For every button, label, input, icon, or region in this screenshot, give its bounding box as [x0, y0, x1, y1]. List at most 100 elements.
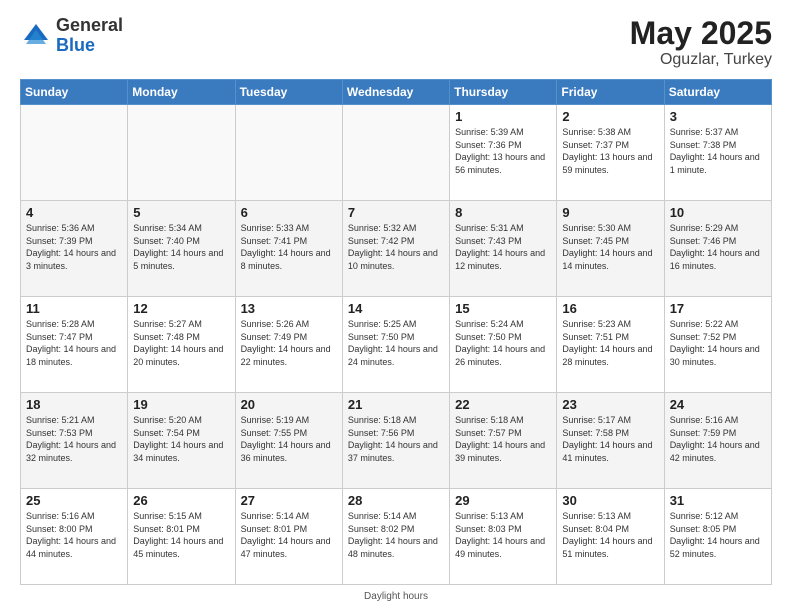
calendar-cell: 4Sunrise: 5:36 AM Sunset: 7:39 PM Daylig…: [21, 201, 128, 297]
cell-info: Sunrise: 5:13 AM Sunset: 8:04 PM Dayligh…: [562, 510, 658, 560]
day-number: 30: [562, 493, 658, 508]
cell-info: Sunrise: 5:39 AM Sunset: 7:36 PM Dayligh…: [455, 126, 551, 176]
calendar-cell: 10 Sunrise: 5:29 AM Sunset: 7:46 PM Dayli…: [664, 201, 771, 297]
cell-info: Sunrise: 5:15 AM Sunset: 8:01 PM Dayligh…: [133, 510, 229, 560]
day-number: 24: [670, 397, 766, 412]
column-header-tuesday: Tuesday: [235, 80, 342, 105]
cell-info: Sunrise: 5:13 AM Sunset: 8:03 PM Dayligh…: [455, 510, 551, 560]
cell-info: Sunrise: 5:12 AM Sunset: 8:05 PM Dayligh…: [670, 510, 766, 560]
day-number: 7: [348, 205, 444, 220]
calendar-cell: [21, 105, 128, 201]
cell-info: Sunrise: 5:36 AM Sunset: 7:39 PM Dayligh…: [26, 222, 122, 272]
cell-info: Sunrise: 5:31 AM Sunset: 7:43 PM Dayligh…: [455, 222, 551, 272]
cell-info: Sunrise: 5:26 AM Sunset: 7:49 PM Dayligh…: [241, 318, 337, 368]
calendar-cell: 19 Sunrise: 5:20 AM Sunset: 7:54 PM Dayli…: [128, 393, 235, 489]
calendar-week-1: 1 Sunrise: 5:39 AM Sunset: 7:36 PM Daylig…: [21, 105, 772, 201]
calendar-cell: 3 Sunrise: 5:37 AM Sunset: 7:38 PM Daylig…: [664, 105, 771, 201]
calendar-cell: 22Sunrise: 5:18 AM Sunset: 7:57 PM Dayli…: [450, 393, 557, 489]
cell-info: Sunrise: 5:28 AM Sunset: 7:47 PM Dayligh…: [26, 318, 122, 368]
column-header-thursday: Thursday: [450, 80, 557, 105]
calendar-cell: 6 Sunrise: 5:33 AM Sunset: 7:41 PM Daylig…: [235, 201, 342, 297]
calendar-table: SundayMondayTuesdayWednesdayThursdayFrid…: [20, 79, 772, 585]
cell-info: Sunrise: 5:34 AM Sunset: 7:40 PM Dayligh…: [133, 222, 229, 272]
column-header-wednesday: Wednesday: [342, 80, 449, 105]
calendar-cell: 1 Sunrise: 5:39 AM Sunset: 7:36 PM Daylig…: [450, 105, 557, 201]
day-number: 25: [26, 493, 122, 508]
cell-info: Sunrise: 5:38 AM Sunset: 7:37 PM Dayligh…: [562, 126, 658, 176]
day-number: 23: [562, 397, 658, 412]
cell-info: Sunrise: 5:18 AM Sunset: 7:57 PM Dayligh…: [455, 414, 551, 464]
day-number: 12: [133, 301, 229, 316]
day-number: 13: [241, 301, 337, 316]
day-number: 21: [348, 397, 444, 412]
calendar-cell: 21 Sunrise: 5:18 AM Sunset: 7:56 PM Dayli…: [342, 393, 449, 489]
day-number: 5: [133, 205, 229, 220]
day-number: 31: [670, 493, 766, 508]
calendar-cell: 23Sunrise: 5:17 AM Sunset: 7:58 PM Dayli…: [557, 393, 664, 489]
cell-info: Sunrise: 5:22 AM Sunset: 7:52 PM Dayligh…: [670, 318, 766, 368]
calendar-cell: 29 Sunrise: 5:13 AM Sunset: 8:03 PM Dayli…: [450, 489, 557, 585]
day-number: 11: [26, 301, 122, 316]
column-header-sunday: Sunday: [21, 80, 128, 105]
calendar-title: May 2025: [630, 16, 772, 51]
day-number: 10: [670, 205, 766, 220]
calendar-cell: 30 Sunrise: 5:13 AM Sunset: 8:04 PM Dayli…: [557, 489, 664, 585]
cell-info: Sunrise: 5:16 AM Sunset: 7:59 PM Dayligh…: [670, 414, 766, 464]
calendar-cell: 11 Sunrise: 5:28 AM Sunset: 7:47 PM Dayli…: [21, 297, 128, 393]
day-number: 8: [455, 205, 551, 220]
cell-info: Sunrise: 5:24 AM Sunset: 7:50 PM Dayligh…: [455, 318, 551, 368]
day-number: 20: [241, 397, 337, 412]
header: General Blue May 2025 Oguzlar, Turkey: [20, 16, 772, 69]
cell-info: Sunrise: 5:30 AM Sunset: 7:45 PM Dayligh…: [562, 222, 658, 272]
calendar-week-2: 4Sunrise: 5:36 AM Sunset: 7:39 PM Daylig…: [21, 201, 772, 297]
calendar-cell: 2 Sunrise: 5:38 AM Sunset: 7:37 PM Daylig…: [557, 105, 664, 201]
column-header-monday: Monday: [128, 80, 235, 105]
calendar-cell: 8 Sunrise: 5:31 AM Sunset: 7:43 PM Daylig…: [450, 201, 557, 297]
cell-info: Sunrise: 5:23 AM Sunset: 7:51 PM Dayligh…: [562, 318, 658, 368]
cell-info: Sunrise: 5:18 AM Sunset: 7:56 PM Dayligh…: [348, 414, 444, 464]
logo-blue-text: Blue: [56, 35, 95, 55]
logo: General Blue: [20, 16, 123, 56]
calendar-cell: 25 Sunrise: 5:16 AM Sunset: 8:00 PM Dayli…: [21, 489, 128, 585]
cell-info: Sunrise: 5:33 AM Sunset: 7:41 PM Dayligh…: [241, 222, 337, 272]
cell-info: Sunrise: 5:16 AM Sunset: 8:00 PM Dayligh…: [26, 510, 122, 560]
calendar-cell: 18Sunrise: 5:21 AM Sunset: 7:53 PM Dayli…: [21, 393, 128, 489]
title-block: May 2025 Oguzlar, Turkey: [630, 16, 772, 69]
calendar-cell: 26 Sunrise: 5:15 AM Sunset: 8:01 PM Dayli…: [128, 489, 235, 585]
cell-info: Sunrise: 5:32 AM Sunset: 7:42 PM Dayligh…: [348, 222, 444, 272]
calendar-cell: 16 Sunrise: 5:23 AM Sunset: 7:51 PM Dayli…: [557, 297, 664, 393]
day-number: 29: [455, 493, 551, 508]
cell-info: Sunrise: 5:19 AM Sunset: 7:55 PM Dayligh…: [241, 414, 337, 464]
day-number: 26: [133, 493, 229, 508]
calendar-week-3: 11 Sunrise: 5:28 AM Sunset: 7:47 PM Dayli…: [21, 297, 772, 393]
cell-info: Sunrise: 5:29 AM Sunset: 7:46 PM Dayligh…: [670, 222, 766, 272]
cell-info: Sunrise: 5:20 AM Sunset: 7:54 PM Dayligh…: [133, 414, 229, 464]
calendar-cell: [128, 105, 235, 201]
calendar-cell: [342, 105, 449, 201]
day-number: 16: [562, 301, 658, 316]
column-header-saturday: Saturday: [664, 80, 771, 105]
calendar-cell: 14Sunrise: 5:25 AM Sunset: 7:50 PM Dayli…: [342, 297, 449, 393]
calendar-cell: 20 Sunrise: 5:19 AM Sunset: 7:55 PM Dayli…: [235, 393, 342, 489]
day-number: 6: [241, 205, 337, 220]
calendar-week-4: 18Sunrise: 5:21 AM Sunset: 7:53 PM Dayli…: [21, 393, 772, 489]
cell-info: Sunrise: 5:21 AM Sunset: 7:53 PM Dayligh…: [26, 414, 122, 464]
day-number: 9: [562, 205, 658, 220]
calendar-cell: 15Sunrise: 5:24 AM Sunset: 7:50 PM Dayli…: [450, 297, 557, 393]
cell-info: Sunrise: 5:37 AM Sunset: 7:38 PM Dayligh…: [670, 126, 766, 176]
day-number: 1: [455, 109, 551, 124]
cell-info: Sunrise: 5:14 AM Sunset: 8:01 PM Dayligh…: [241, 510, 337, 560]
calendar-cell: 31 Sunrise: 5:12 AM Sunset: 8:05 PM Dayli…: [664, 489, 771, 585]
day-number: 19: [133, 397, 229, 412]
calendar-cell: [235, 105, 342, 201]
calendar-cell: 28Sunrise: 5:14 AM Sunset: 8:02 PM Dayli…: [342, 489, 449, 585]
calendar-cell: 7 Sunrise: 5:32 AM Sunset: 7:42 PM Daylig…: [342, 201, 449, 297]
day-number: 2: [562, 109, 658, 124]
cell-info: Sunrise: 5:14 AM Sunset: 8:02 PM Dayligh…: [348, 510, 444, 560]
day-number: 14: [348, 301, 444, 316]
page: General Blue May 2025 Oguzlar, Turkey Su…: [0, 0, 792, 612]
daylight-hours-label: Daylight hours: [364, 591, 428, 602]
calendar-cell: 27Sunrise: 5:14 AM Sunset: 8:01 PM Dayli…: [235, 489, 342, 585]
calendar-week-5: 25 Sunrise: 5:16 AM Sunset: 8:00 PM Dayli…: [21, 489, 772, 585]
day-number: 3: [670, 109, 766, 124]
